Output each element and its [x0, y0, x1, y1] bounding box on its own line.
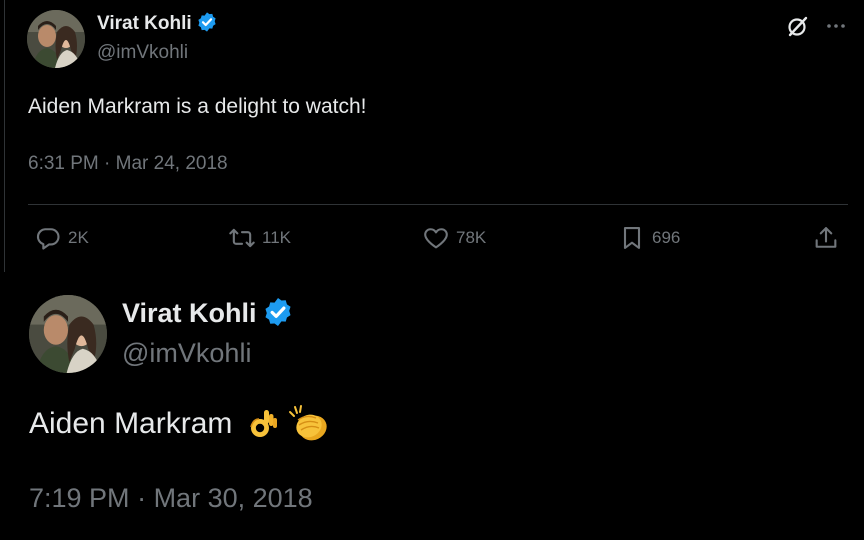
ok-hand-icon: [246, 407, 280, 441]
tweet-date: Mar 24, 2018: [115, 153, 228, 174]
divider: [28, 204, 848, 205]
avatar-photo-icon: [29, 295, 107, 373]
tweet-header-actions: [786, 14, 848, 38]
tweet-time: 6:31 PM: [28, 153, 99, 174]
share-icon: [815, 227, 837, 248]
verified-badge-icon: [198, 12, 216, 32]
thread-rule: [4, 0, 5, 272]
author-name[interactable]: Virat Kohli: [122, 297, 294, 329]
tweet-text: Aiden Markram: [29, 404, 330, 444]
more-icon[interactable]: [824, 14, 848, 38]
tweet-time: 7:19 PM: [29, 483, 130, 513]
timestamp-separator: ·: [98, 153, 116, 174]
avatar-photo-icon: [27, 10, 85, 68]
heart-icon: [424, 228, 448, 249]
avatar[interactable]: [29, 295, 107, 373]
clapping-hands-icon: [286, 404, 330, 444]
timestamp-separator: ·: [129, 483, 154, 513]
reply-button[interactable]: 2K: [34, 224, 89, 252]
avatar[interactable]: [27, 10, 85, 68]
tweet-text-content: Aiden Markram: [29, 407, 233, 440]
grok-icon[interactable]: [786, 14, 810, 38]
tweet-timestamp[interactable]: 6:31 PM · Mar 24, 2018: [28, 153, 228, 175]
bookmark-icon: [623, 227, 641, 249]
bookmark-count: 696: [652, 228, 681, 247]
author-name[interactable]: Virat Kohli: [97, 12, 218, 35]
retweet-button[interactable]: 11K: [228, 224, 291, 252]
bookmark-button[interactable]: 696: [618, 224, 680, 252]
retweet-count: 11K: [262, 228, 291, 247]
reply-icon: [36, 228, 60, 250]
tweet-card-1[interactable]: Virat Kohli @imVkohli Aiden Markram is a…: [0, 0, 864, 272]
author-handle[interactable]: @imVkohli: [97, 42, 188, 64]
reply-count: 2K: [68, 228, 89, 247]
tweet-timestamp[interactable]: 7:19 PM · Mar 30, 2018: [29, 483, 313, 514]
tweet-text: Aiden Markram is a delight to watch!: [28, 95, 367, 118]
like-button[interactable]: 78K: [422, 224, 486, 252]
author-handle[interactable]: @imVkohli: [122, 338, 251, 369]
share-button[interactable]: [812, 224, 840, 252]
retweet-icon: [229, 228, 255, 248]
like-count: 78K: [456, 228, 487, 247]
tweet-date: Mar 30, 2018: [153, 483, 313, 513]
tweet-action-bar: 2K 11K 78K 696: [24, 224, 844, 256]
verified-badge-icon: [264, 297, 291, 326]
